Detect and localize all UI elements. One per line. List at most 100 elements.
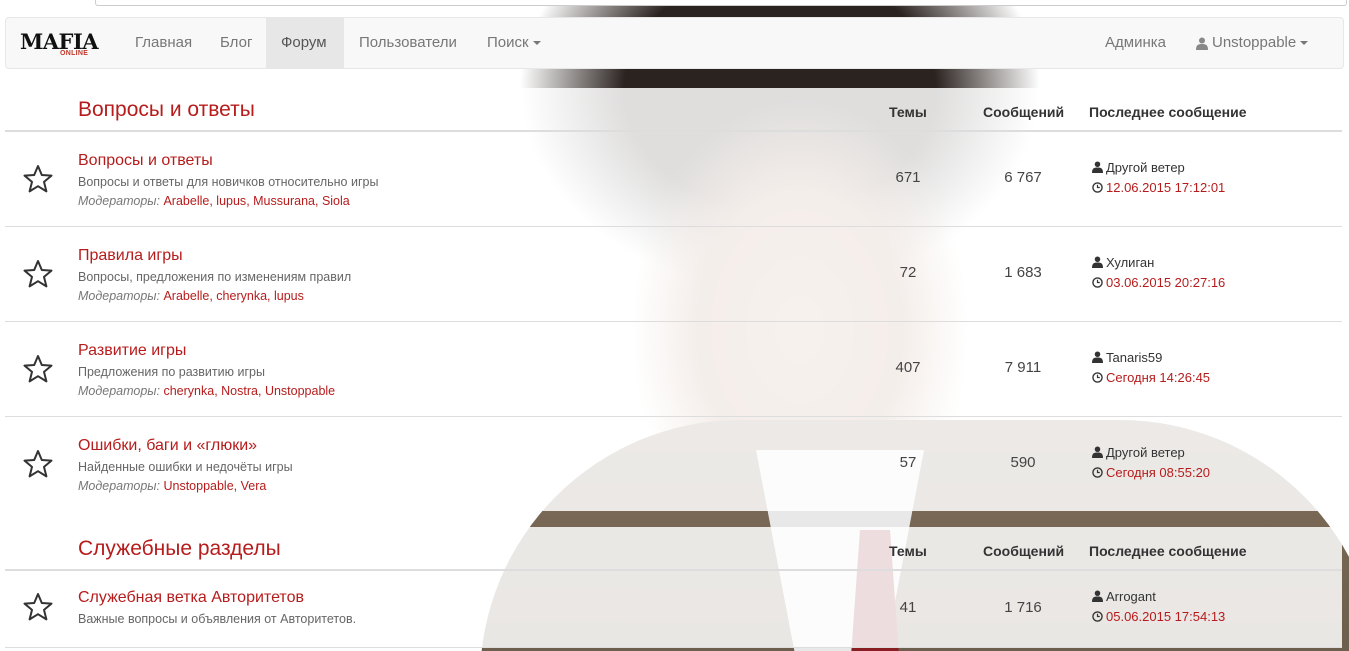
forum-title[interactable]: Служебная ветка Авторитетов	[78, 589, 304, 607]
category-title[interactable]: Вопросы и ответы	[78, 98, 255, 122]
category-panel: Вопросы и ответы Темы Сообщений Последне…	[5, 88, 1342, 511]
clock-icon	[1092, 182, 1103, 193]
forum-description: Предложения по развитию игры	[78, 365, 265, 379]
last-post-time-text: 05.06.2015 17:54:13	[1106, 609, 1226, 624]
last-post-user[interactable]: Другой ветер	[1092, 445, 1185, 460]
forum-row: Вопросы и ответы Вопросы и ответы для но…	[5, 132, 1342, 227]
user-menu-label: Unstoppable	[1212, 34, 1297, 51]
last-post-time[interactable]: 12.06.2015 17:12:01	[1092, 180, 1225, 195]
nav-item-blog[interactable]: Блог	[205, 18, 267, 68]
clock-icon	[1092, 372, 1103, 383]
messages-count: 1 716	[1004, 599, 1042, 616]
nav-item-label: Поиск	[487, 34, 529, 51]
moderator-link[interactable]: Mussurana	[253, 194, 315, 208]
last-post-user[interactable]: Tanaris59	[1092, 350, 1162, 365]
col-header-topics: Темы	[889, 104, 927, 120]
user-icon	[1092, 351, 1103, 363]
last-post-user-name: Arrogant	[1106, 589, 1156, 604]
category-header: Служебные разделы Темы Сообщений Последн…	[5, 527, 1342, 571]
moderator-link[interactable]: lupus	[274, 289, 304, 303]
forum-description: Важные вопросы и объявления от Авторитет…	[78, 612, 357, 626]
star-icon[interactable]	[22, 258, 54, 290]
category-panel: Служебные разделы Темы Сообщений Последн…	[5, 527, 1342, 648]
chevron-down-icon	[532, 41, 541, 46]
moderator-link[interactable]: Arabelle	[163, 289, 209, 303]
messages-count: 1 683	[1004, 264, 1042, 281]
browser-address-strip	[95, 0, 1347, 6]
last-post-time-text: 12.06.2015 17:12:01	[1106, 180, 1226, 195]
last-post-time-text: Сегодня 14:26:45	[1106, 370, 1211, 385]
moderator-link[interactable]: lupus	[216, 194, 246, 208]
last-post-time[interactable]: 03.06.2015 20:27:16	[1092, 275, 1225, 290]
topics-count: 41	[899, 599, 917, 616]
nav-item-home[interactable]: Главная	[120, 18, 207, 68]
moderators-label: Модераторы:	[78, 479, 160, 493]
nav-item-label: Админка	[1105, 34, 1166, 51]
nav-item-label: Пользователи	[359, 34, 457, 51]
messages-count: 7 911	[1004, 359, 1042, 376]
moderator-link[interactable]: Vera	[241, 479, 267, 493]
forum-title[interactable]: Развитие игры	[78, 342, 186, 360]
topics-count: 671	[895, 169, 921, 186]
nav-item-admin[interactable]: Админка	[1090, 18, 1181, 68]
star-icon[interactable]	[22, 448, 54, 480]
forum-row: Правила игры Вопросы, предложения по изм…	[5, 227, 1342, 322]
user-icon	[1196, 37, 1208, 50]
moderator-link[interactable]: cherynka	[216, 289, 267, 303]
moderator-link[interactable]: cherynka	[163, 384, 214, 398]
moderators-label: Модераторы:	[78, 194, 160, 208]
moderator-link[interactable]: Unstoppable	[265, 384, 335, 398]
col-header-last: Последнее сообщение	[1089, 104, 1247, 120]
last-post-time-text: Сегодня 08:55:20	[1106, 465, 1211, 480]
last-post-time[interactable]: 05.06.2015 17:54:13	[1092, 609, 1225, 624]
forum-moderators: Модераторы: Arabelle, cherynka, lupus	[78, 289, 304, 303]
forum-title[interactable]: Ошибки, баги и «глюки»	[78, 437, 257, 455]
topics-count: 72	[899, 264, 917, 281]
col-header-last: Последнее сообщение	[1089, 543, 1247, 559]
nav-item-search[interactable]: Поиск	[472, 18, 556, 68]
star-icon[interactable]	[22, 591, 54, 623]
col-header-messages: Сообщений	[983, 543, 1065, 559]
moderator-link[interactable]: Siola	[322, 194, 350, 208]
forum-description: Найденные ошибки и недочёты игры	[78, 460, 293, 474]
user-icon	[1092, 446, 1103, 458]
clock-icon	[1092, 611, 1103, 622]
nav-item-forum[interactable]: Форум	[266, 18, 344, 68]
last-post-user-name: Другой ветер	[1106, 445, 1185, 460]
user-menu[interactable]: Unstoppable	[1181, 18, 1323, 68]
last-post-user[interactable]: Другой ветер	[1092, 160, 1185, 175]
last-post-user-name: Другой ветер	[1106, 160, 1185, 175]
forum-row: Развитие игры Предложения по развитию иг…	[5, 322, 1342, 417]
chevron-down-icon	[1300, 41, 1309, 46]
moderator-link[interactable]: Nostra	[221, 384, 258, 398]
category-header: Вопросы и ответы Темы Сообщений Последне…	[5, 88, 1342, 132]
forum-row: Ошибки, баги и «глюки» Найденные ошибки …	[5, 417, 1342, 511]
col-header-messages: Сообщений	[983, 104, 1065, 120]
messages-count: 590	[1010, 454, 1036, 471]
moderators-label: Модераторы:	[78, 289, 160, 303]
col-header-topics: Темы	[889, 543, 927, 559]
category-title[interactable]: Служебные разделы	[78, 537, 281, 561]
brand-logo[interactable]: MAFIA ONLINE	[20, 28, 110, 60]
topics-count: 57	[899, 454, 917, 471]
forum-moderators: Модераторы: Unstoppable, Vera	[78, 479, 267, 493]
brand-sub: ONLINE	[60, 50, 89, 57]
last-post-time[interactable]: Сегодня 08:55:20	[1092, 465, 1210, 480]
forum-description: Вопросы и ответы для новичков относитель…	[78, 175, 379, 189]
user-icon	[1092, 590, 1103, 602]
last-post-user[interactable]: Хулиган	[1092, 255, 1154, 270]
moderator-link[interactable]: Arabelle	[163, 194, 209, 208]
nav-item-users[interactable]: Пользователи	[344, 18, 472, 68]
moderators-label: Модераторы:	[78, 384, 160, 398]
forum-description: Вопросы, предложения по изменениям прави…	[78, 270, 352, 284]
star-icon[interactable]	[22, 163, 54, 195]
user-icon	[1092, 256, 1103, 268]
clock-icon	[1092, 467, 1103, 478]
last-post-time[interactable]: Сегодня 14:26:45	[1092, 370, 1210, 385]
star-icon[interactable]	[22, 353, 54, 385]
last-post-user[interactable]: Arrogant	[1092, 589, 1156, 604]
forum-title[interactable]: Вопросы и ответы	[78, 152, 213, 170]
forum-title[interactable]: Правила игры	[78, 247, 183, 265]
user-icon	[1092, 161, 1103, 173]
moderator-link[interactable]: Unstoppable	[163, 479, 233, 493]
